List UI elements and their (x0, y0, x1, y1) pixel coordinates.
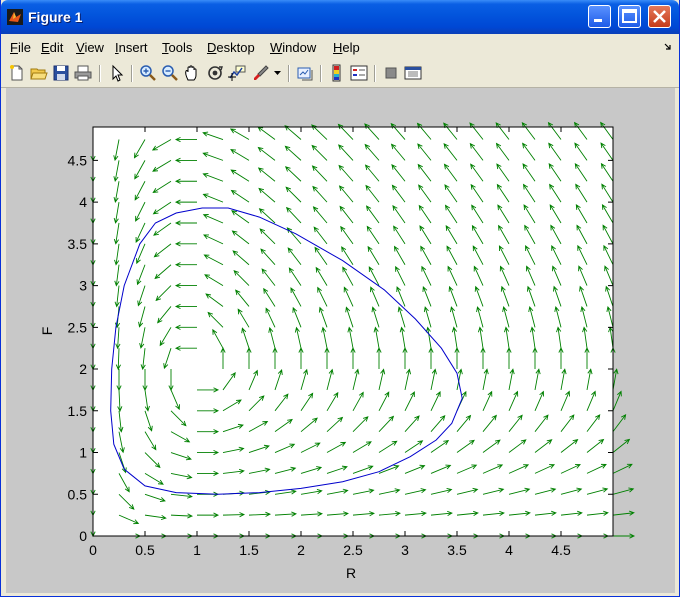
save-icon[interactable] (52, 64, 70, 82)
vector-arrow (612, 368, 619, 391)
print-icon[interactable] (74, 64, 92, 82)
menu-bar: File Edit View Insert Tools Desktop Wind… (1, 34, 679, 59)
link-plot-icon[interactable] (296, 64, 314, 82)
menu-insert[interactable]: Insert (115, 40, 148, 55)
pointer-icon[interactable] (108, 64, 126, 82)
hide-plot-tools-icon[interactable] (382, 64, 400, 82)
y-tick-label: 0 (79, 528, 87, 544)
toolbar-separator (288, 65, 290, 82)
y-axis-label: F (39, 327, 55, 336)
y-tick-label: 1 (79, 445, 87, 461)
figure-toolbar (1, 59, 679, 88)
menu-edit-label: dit (49, 40, 64, 55)
x-tick-label: 1 (193, 542, 201, 558)
figure-window: Figure 1 File Edit View Insert Tools Des… (0, 0, 680, 597)
y-tick-label: 3.5 (68, 236, 88, 252)
x-tick-label: 3 (401, 542, 409, 558)
colorbar-icon[interactable] (328, 64, 346, 82)
y-tick-label: 2.5 (68, 319, 88, 335)
x-axis-label: R (346, 565, 356, 581)
maximize-icon (622, 9, 637, 23)
menu-window[interactable]: Window (270, 40, 316, 55)
toolbar-separator (320, 65, 322, 82)
figure-canvas: 0 0.5 1 1.5 2 2.5 3 3.5 4 4.5 0 0.5 1 1.5 2 2.5 3 3.5 4 4.… (6, 88, 675, 593)
zoom-in-icon[interactable] (139, 64, 157, 82)
menu-tools-label: ools (168, 40, 193, 55)
new-figure-icon[interactable] (8, 64, 26, 82)
y-tick-label: 4.5 (68, 152, 88, 168)
menu-help-label: elp (342, 40, 360, 55)
vector-arrow (612, 487, 635, 495)
title-bar[interactable]: Figure 1 (1, 0, 679, 34)
axes-background (93, 127, 613, 536)
matlab-icon (7, 9, 23, 25)
brush-dropdown-icon[interactable] (274, 71, 281, 77)
vector-arrow (612, 390, 622, 411)
rotate-3d-icon[interactable] (206, 64, 224, 82)
menu-file-label: ile (17, 40, 31, 55)
x-tick-label: 1.5 (239, 542, 259, 558)
pan-icon[interactable] (183, 64, 201, 82)
minimize-icon (594, 19, 602, 22)
x-tick-label: 3.5 (447, 542, 467, 558)
show-plot-tools-icon[interactable] (404, 64, 422, 82)
vector-arrow (612, 510, 635, 516)
window-title: Figure 1 (28, 9, 83, 25)
x-tick-label: 2.5 (343, 542, 363, 558)
menu-help[interactable]: Help (333, 40, 360, 55)
dock-icon[interactable] (663, 42, 673, 52)
y-tick-label: 0.5 (68, 486, 88, 502)
legend-icon[interactable] (350, 64, 368, 82)
x-tick-label: 0 (89, 542, 97, 558)
toolbar-separator (99, 65, 101, 82)
close-button[interactable] (648, 5, 671, 28)
menu-tools[interactable]: Tools (162, 40, 192, 55)
menu-insert-label: nsert (118, 40, 148, 55)
quiver-plot[interactable]: 0 0.5 1 1.5 2 2.5 3 3.5 4 4.5 0 0.5 1 1.5 2 2.5 3 3.5 4 4.… (6, 88, 675, 593)
menu-desktop[interactable]: Desktop (207, 40, 255, 55)
x-tick-label: 2 (297, 542, 305, 558)
x-tick-label: 4 (505, 542, 513, 558)
toolbar-separator (131, 65, 133, 82)
menu-window-label: indow (282, 40, 317, 55)
maximize-button[interactable] (618, 5, 641, 28)
y-tick-label: 1.5 (68, 403, 88, 419)
menu-view[interactable]: View (76, 40, 104, 55)
toolbar-separator (374, 65, 376, 82)
menu-view-label: iew (84, 40, 104, 55)
x-tick-label: 4.5 (551, 542, 571, 558)
y-tick-label: 2 (79, 361, 87, 377)
vector-arrow (612, 463, 633, 474)
menu-edit[interactable]: Edit (41, 40, 63, 55)
menu-file[interactable]: File (10, 40, 31, 55)
y-tick-label: 3 (79, 278, 87, 294)
zoom-out-icon[interactable] (161, 64, 179, 82)
vector-arrow (612, 414, 627, 432)
close-icon (653, 10, 666, 23)
open-file-icon[interactable] (30, 64, 48, 82)
vector-arrow (612, 438, 631, 453)
menu-desktop-label: esktop (216, 40, 255, 55)
y-tick-label: 4 (79, 194, 87, 210)
brush-icon[interactable] (252, 64, 270, 82)
x-tick-label: 0.5 (135, 542, 155, 558)
vector-arrow (613, 533, 636, 539)
data-cursor-icon[interactable] (228, 64, 246, 82)
minimize-button[interactable] (588, 5, 611, 28)
